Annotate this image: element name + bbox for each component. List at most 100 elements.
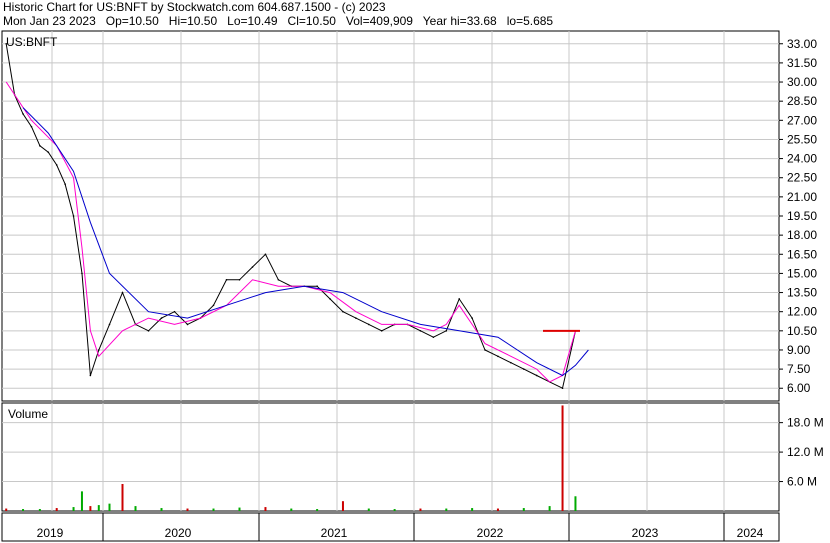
x-axis-label: 2022 <box>477 526 504 540</box>
volume-bar <box>561 405 564 511</box>
price-tick-label: 10.50 <box>787 324 817 338</box>
volume-bar <box>108 503 111 511</box>
price-tick-label: 15.00 <box>787 266 817 280</box>
price-tick-label: 31.50 <box>787 56 817 70</box>
price-point <box>277 278 280 281</box>
price-point <box>445 330 448 332</box>
price-tick-label: 21.00 <box>787 190 817 204</box>
price-point <box>225 278 228 281</box>
volume-label: Volume <box>8 407 48 421</box>
price-tick-label: 9.00 <box>787 343 811 357</box>
price-tick-label: 19.50 <box>787 209 817 223</box>
price-point <box>432 336 435 339</box>
x-axis: 2019 2020 2021 2022 2023 2024 <box>1 512 780 542</box>
price-point <box>561 387 564 390</box>
price-point <box>160 317 163 319</box>
volume-bar <box>80 491 83 511</box>
volume-bar <box>264 507 267 511</box>
price-point <box>121 291 124 294</box>
price-tick-label: 16.50 <box>787 247 817 261</box>
x-axis-label: 2019 <box>37 526 64 540</box>
stock-chart: 33.00 31.50 30.00 28.50 27.00 25.50 24.00 22.50… <box>1 30 824 542</box>
price-point <box>22 113 24 115</box>
price-point <box>497 355 499 358</box>
volume-bar <box>55 508 58 511</box>
price-tick-label: 7.50 <box>787 362 811 376</box>
volume-bar <box>72 507 75 511</box>
volume-bar <box>97 505 100 511</box>
price-point <box>72 215 75 217</box>
volume-bar <box>341 501 344 511</box>
price-point <box>30 125 33 128</box>
price-tick-label: 22.50 <box>787 171 817 185</box>
volume-bar <box>22 509 25 511</box>
volume-bar <box>89 506 92 511</box>
price-point <box>81 272 83 275</box>
volume-bar <box>574 496 577 511</box>
price-point <box>522 368 525 370</box>
price-point <box>238 278 241 281</box>
price-point <box>39 145 41 147</box>
x-axis-label: 2024 <box>737 526 764 540</box>
volume-bar <box>5 508 8 511</box>
volume-bar <box>186 508 189 511</box>
price-point <box>212 304 215 307</box>
price-point <box>419 330 422 332</box>
price-point <box>64 183 66 185</box>
price-point <box>535 374 538 377</box>
volume-bar <box>471 508 474 511</box>
price-point <box>97 349 100 351</box>
price-point <box>329 298 331 300</box>
price-tick-label: 6.00 <box>787 381 811 395</box>
price-point <box>458 298 461 300</box>
volume-tick-label: 12.0 M <box>787 445 824 459</box>
price-point <box>173 310 176 313</box>
price-point <box>484 349 486 351</box>
price-point <box>55 164 58 166</box>
price-tick-label: 28.50 <box>787 94 817 108</box>
price-point <box>47 151 50 154</box>
volume-bar <box>367 508 370 511</box>
price-point <box>342 310 344 313</box>
price-point <box>355 317 357 319</box>
price-y-axis: 33.00 31.50 30.00 28.50 27.00 25.50 24.00 22.50… <box>779 37 817 395</box>
price-point <box>264 253 267 256</box>
volume-bar <box>160 508 163 511</box>
volume-y-axis: 18.0 M 12.0 M 6.0 M <box>779 416 824 489</box>
volume-bar <box>121 484 124 511</box>
price-tick-label: 30.00 <box>787 75 817 89</box>
volume-tick-label: 6.0 M <box>787 475 817 489</box>
volume-bar <box>419 508 422 511</box>
price-point <box>316 285 318 287</box>
volume-bar <box>134 506 137 511</box>
volume-panel: 18.0 M 12.0 M 6.0 M Volume <box>1 402 824 512</box>
price-tick-label: 24.00 <box>787 152 817 166</box>
volume-bar <box>522 508 525 511</box>
x-axis-label: 2023 <box>632 526 659 540</box>
x-axis-label: 2021 <box>321 526 348 540</box>
price-point <box>108 323 111 326</box>
price-tick-label: 12.00 <box>787 305 817 319</box>
volume-bar <box>238 507 241 511</box>
price-point <box>367 323 370 326</box>
price-point <box>186 323 189 326</box>
volume-bar <box>548 506 551 511</box>
price-tick-label: 27.00 <box>787 113 817 127</box>
price-tick-label: 25.50 <box>787 132 817 146</box>
volume-bar <box>393 509 396 511</box>
volume-bar <box>496 508 499 511</box>
price-panel: 33.00 31.50 30.00 28.50 27.00 25.50 24.00 22.50… <box>1 30 817 402</box>
price-point <box>251 266 254 268</box>
volume-bar <box>38 509 41 511</box>
volume-tick-label: 18.0 M <box>787 416 824 430</box>
price-point <box>147 330 150 332</box>
price-point <box>510 361 512 364</box>
price-tick-label: 18.00 <box>787 228 817 242</box>
price-point <box>471 317 473 319</box>
volume-bar <box>316 509 319 511</box>
x-axis-label: 2020 <box>165 526 192 540</box>
price-tick-label: 13.50 <box>787 286 817 300</box>
price-point <box>89 374 92 377</box>
volume-bar <box>445 508 448 511</box>
price-point <box>380 330 383 332</box>
